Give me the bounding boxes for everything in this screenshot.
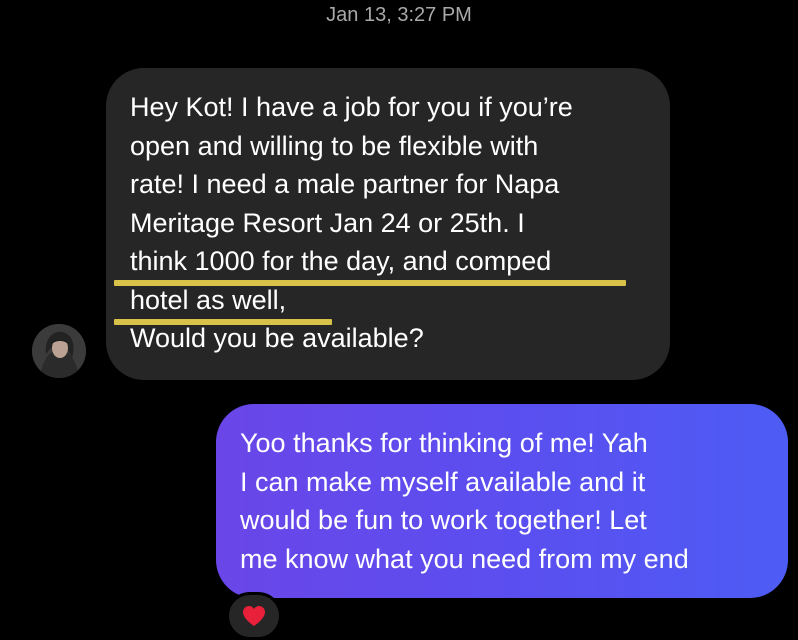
highlight-underline xyxy=(114,319,332,325)
avatar-photo-icon xyxy=(32,324,86,378)
message-line: Hey Kot! I have a job for you if you’re xyxy=(130,92,573,122)
sender-avatar[interactable] xyxy=(32,324,86,378)
incoming-message-bubble[interactable]: Hey Kot! I have a job for you if you’re … xyxy=(106,68,670,380)
heart-reaction[interactable] xyxy=(226,592,282,640)
message-line: rate! I need a male partner for Napa xyxy=(130,169,560,199)
outgoing-message-bubble[interactable]: Yoo thanks for thinking of me! Yah I can… xyxy=(216,404,788,598)
message-line: hotel as well, xyxy=(130,284,287,315)
message-line: think 1000 for the day, and comped xyxy=(130,246,552,276)
outgoing-message-text: Yoo thanks for thinking of me! Yah I can… xyxy=(240,424,780,578)
message-timestamp: Jan 13, 3:27 PM xyxy=(326,4,472,26)
message-line: Yoo thanks for thinking of me! Yah xyxy=(240,428,648,458)
incoming-message-text: Hey Kot! I have a job for you if you’re … xyxy=(130,88,660,358)
message-line: open and willing to be flexible with xyxy=(130,130,539,161)
highlight-underline xyxy=(114,280,626,286)
red-heart-icon xyxy=(243,606,265,626)
message-line: Meritage Resort Jan 24 or 25th. I xyxy=(130,207,525,238)
message-line: I can make myself available and it xyxy=(240,466,646,497)
message-line: me know what you need from my end xyxy=(240,543,689,574)
message-line: would be fun to work together! Let xyxy=(240,505,647,535)
